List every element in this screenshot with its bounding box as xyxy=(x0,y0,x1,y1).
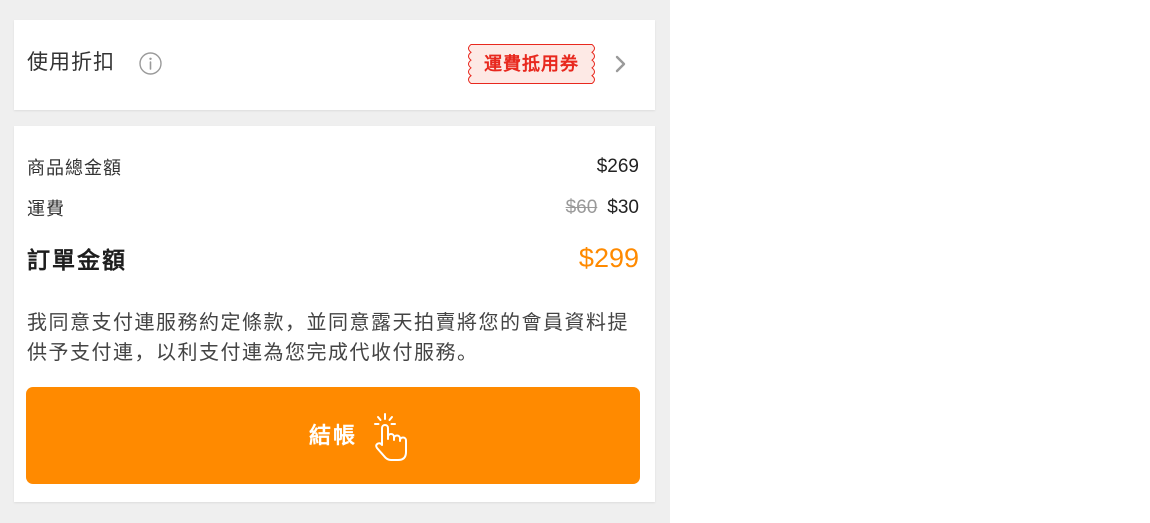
discount-label: 使用折扣 xyxy=(27,51,115,74)
shipping-values: $60 $30 xyxy=(566,197,639,219)
subtotal-label: 商品總金額 xyxy=(27,158,122,178)
checkout-panel: 使用折扣 運費抵用券 商品總金額 $269 運費 $60 $30 訂單金額 $2… xyxy=(0,0,670,523)
total-value: $299 xyxy=(578,242,639,273)
subtotal-row: 商品總金額 $269 xyxy=(27,154,639,180)
checkout-button[interactable]: 結帳 xyxy=(26,387,640,484)
shipping-coupon-tag[interactable]: 運費抵用券 xyxy=(465,44,598,84)
shipping-original-value: $60 xyxy=(565,197,598,218)
total-row: 訂單金額 $299 xyxy=(27,241,639,275)
total-label: 訂單金額 xyxy=(27,247,127,273)
shipping-row: 運費 $60 $30 xyxy=(27,195,639,221)
discount-card[interactable]: 使用折扣 運費抵用券 xyxy=(14,20,655,110)
subtotal-value: $269 xyxy=(596,156,639,177)
coupon-tag-label: 運費抵用券 xyxy=(484,54,579,74)
info-icon[interactable] xyxy=(139,52,162,75)
hand-click-icon xyxy=(370,411,410,463)
chevron-right-icon[interactable] xyxy=(612,54,630,74)
shipping-label: 運費 xyxy=(27,199,65,219)
shipping-value: $30 xyxy=(607,197,639,218)
agreement-text: 我同意支付連服務約定條款，並同意露天拍賣將您的會員資料提供予支付連，以利支付連為… xyxy=(27,312,629,364)
checkout-button-label: 結帳 xyxy=(308,423,357,448)
order-summary-card: 商品總金額 $269 運費 $60 $30 訂單金額 $299 我同意支付連服務… xyxy=(14,126,655,502)
